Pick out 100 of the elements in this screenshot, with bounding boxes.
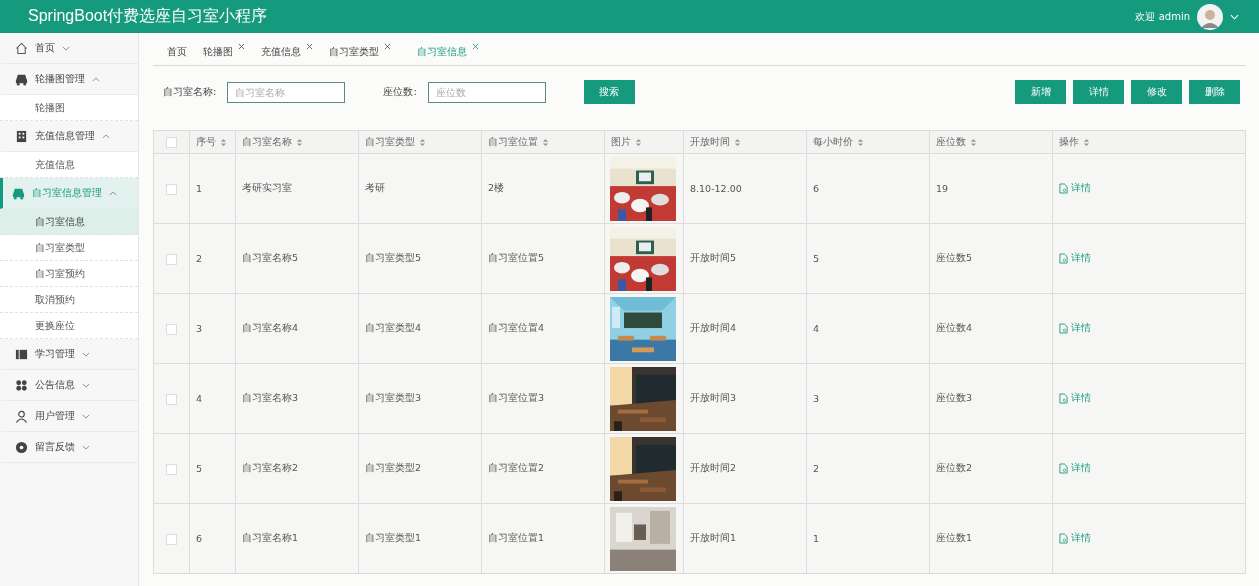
detail-link[interactable]: 详情 bbox=[1059, 461, 1091, 475]
action-button[interactable]: 删除 bbox=[1189, 80, 1240, 104]
chevron-up-icon bbox=[92, 76, 100, 82]
tab[interactable]: 自习室类型 bbox=[329, 37, 391, 61]
menu-item[interactable]: 充值信息 bbox=[0, 152, 138, 178]
row-checkbox[interactable] bbox=[166, 323, 177, 335]
table-cell: 自习室位置4 bbox=[481, 293, 605, 364]
sort-icon[interactable] bbox=[419, 137, 426, 147]
action-button[interactable]: 新增 bbox=[1015, 80, 1066, 104]
app-title: SpringBoot付费选座自习室小程序 bbox=[28, 6, 268, 26]
table-cell: 自习室类型4 bbox=[358, 293, 482, 364]
row-checkbox[interactable] bbox=[166, 183, 177, 195]
table-cell: 开放时间2 bbox=[683, 433, 807, 504]
detail-link[interactable]: 详情 bbox=[1059, 391, 1091, 405]
action-button[interactable]: 修改 bbox=[1131, 80, 1182, 104]
chevron-up-icon bbox=[109, 190, 117, 196]
car-icon bbox=[12, 186, 25, 200]
column-header[interactable]: 座位数 bbox=[929, 130, 1053, 154]
close-icon[interactable] bbox=[384, 43, 391, 50]
row-checkbox[interactable] bbox=[166, 463, 177, 475]
table-cell: 自习室位置3 bbox=[481, 363, 605, 434]
building-icon bbox=[15, 129, 28, 143]
sort-icon[interactable] bbox=[734, 137, 741, 147]
detail-link[interactable]: 详情 bbox=[1059, 251, 1091, 265]
sort-icon[interactable] bbox=[296, 137, 303, 147]
car-icon bbox=[15, 72, 28, 86]
table-cell: 8.10-12.00 bbox=[683, 153, 807, 224]
document-icon bbox=[1059, 322, 1068, 334]
column-header[interactable]: 自习室位置 bbox=[481, 130, 605, 154]
menu-item[interactable]: 取消预约 bbox=[0, 287, 138, 313]
table-cell: 开放时间4 bbox=[683, 293, 807, 364]
welcome-text: 欢迎 admin bbox=[1135, 9, 1190, 24]
menu-item[interactable]: 自习室信息 bbox=[0, 209, 138, 235]
table-cell: 开放时间1 bbox=[683, 503, 807, 574]
field-label: 座位数: bbox=[383, 85, 417, 99]
table-cell: 自习室位置1 bbox=[481, 503, 605, 574]
column-header[interactable]: 自习室类型 bbox=[358, 130, 482, 154]
menu-group[interactable]: 自习室信息管理 bbox=[0, 178, 138, 209]
document-icon bbox=[1059, 462, 1068, 474]
record-icon bbox=[15, 440, 28, 454]
column-header[interactable]: 操作 bbox=[1052, 130, 1246, 154]
tab[interactable]: 自习室信息 bbox=[417, 37, 479, 61]
close-icon[interactable] bbox=[238, 43, 245, 50]
sort-icon[interactable] bbox=[857, 137, 864, 147]
tab[interactable]: 首页 bbox=[167, 37, 187, 61]
close-icon[interactable] bbox=[306, 43, 313, 50]
menu-group-label: 首页 bbox=[35, 41, 55, 55]
grid-icon bbox=[15, 378, 28, 392]
table-cell: 自习室类型1 bbox=[358, 503, 482, 574]
menu-group[interactable]: 公告信息 bbox=[0, 370, 138, 401]
tab[interactable]: 充值信息 bbox=[261, 37, 313, 61]
menu-item[interactable]: 轮播图 bbox=[0, 95, 138, 121]
row-checkbox[interactable] bbox=[166, 533, 177, 545]
table-cell: 座位数1 bbox=[929, 503, 1053, 574]
table-cell: 自习室名称3 bbox=[235, 363, 359, 434]
column-header[interactable]: 序号 bbox=[189, 130, 236, 154]
sort-icon[interactable] bbox=[970, 137, 977, 147]
column-header[interactable]: 开放时间 bbox=[683, 130, 807, 154]
search-field[interactable]: 座位数 bbox=[427, 81, 546, 103]
menu-group[interactable]: 留言反馈 bbox=[0, 432, 138, 463]
search-button[interactable]: 搜索 bbox=[583, 80, 635, 104]
table-cell: 3 bbox=[806, 363, 930, 434]
sort-icon[interactable] bbox=[220, 137, 227, 147]
detail-link[interactable]: 详情 bbox=[1059, 321, 1091, 335]
sort-icon[interactable] bbox=[542, 137, 549, 147]
row-checkbox[interactable] bbox=[166, 253, 177, 265]
detail-link[interactable]: 详情 bbox=[1059, 181, 1091, 195]
column-header[interactable]: 每小时价 bbox=[806, 130, 930, 154]
table-cell: 6 bbox=[189, 503, 236, 574]
table-cell: 2楼 bbox=[481, 153, 605, 224]
action-button[interactable]: 详情 bbox=[1073, 80, 1124, 104]
menu-group-label: 学习管理 bbox=[35, 347, 75, 361]
search-field[interactable]: 自习室名称 bbox=[227, 81, 346, 103]
row-checkbox[interactable] bbox=[166, 393, 177, 405]
chevron-down-icon[interactable] bbox=[1230, 13, 1239, 20]
menu-group[interactable]: 学习管理 bbox=[0, 339, 138, 370]
document-icon bbox=[1059, 392, 1068, 404]
detail-link[interactable]: 详情 bbox=[1059, 531, 1091, 545]
menu-item[interactable]: 更换座位 bbox=[0, 313, 138, 339]
column-header[interactable]: 自习室名称 bbox=[235, 130, 359, 154]
menu-group[interactable]: 首页 bbox=[0, 33, 138, 64]
table-cell: 4 bbox=[189, 363, 236, 434]
tab[interactable]: 轮播图 bbox=[203, 37, 245, 61]
menu-item[interactable]: 自习室类型 bbox=[0, 235, 138, 261]
chevron-up-icon bbox=[102, 133, 110, 139]
menu-item[interactable]: 自习室预约 bbox=[0, 261, 138, 287]
tab-label: 轮播图 bbox=[203, 45, 233, 59]
avatar-icon[interactable] bbox=[1197, 3, 1223, 30]
tab-label: 首页 bbox=[167, 45, 187, 59]
table-cell: 自习室位置5 bbox=[481, 223, 605, 294]
sort-icon[interactable] bbox=[635, 137, 642, 147]
home-icon bbox=[15, 41, 28, 55]
close-icon[interactable] bbox=[472, 43, 479, 50]
select-all-checkbox[interactable] bbox=[166, 137, 177, 148]
sort-icon[interactable] bbox=[1083, 137, 1090, 147]
menu-group-label: 用户管理 bbox=[35, 409, 75, 423]
column-header[interactable]: 图片 bbox=[604, 130, 684, 154]
menu-group[interactable]: 用户管理 bbox=[0, 401, 138, 432]
document-icon bbox=[1059, 182, 1068, 194]
table-cell: 1 bbox=[806, 503, 930, 574]
